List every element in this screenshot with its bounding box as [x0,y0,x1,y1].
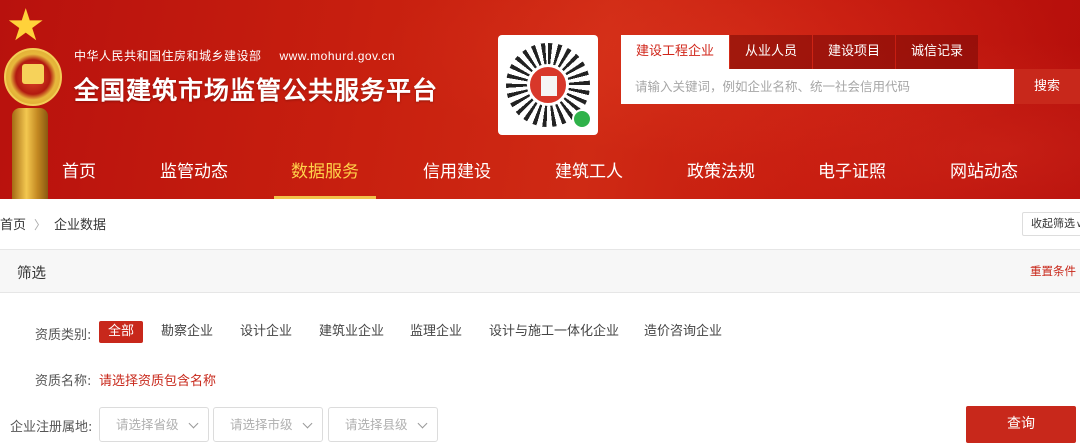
city-select[interactable]: 请选择市级 [213,407,323,442]
ministry-url[interactable]: www.mohurd.gov.cn [280,49,396,63]
star-icon: ★ [6,0,46,51]
type-option-all[interactable]: 全部 [99,321,144,343]
site-title[interactable]: 全国建筑市场监管公共服务平台 [74,71,438,107]
nav-site-news[interactable]: 网站动态 [950,148,1018,199]
type-option-design[interactable]: 设计企业 [240,321,292,343]
county-select[interactable]: 请选择县级 [328,407,438,442]
tab-practitioners[interactable]: 从业人员 [730,35,813,69]
filter-title: 筛选 [17,266,46,282]
ministry-name: 中华人民共和国住房和城乡建设部 [74,49,262,63]
province-select[interactable]: 请选择省级 [99,407,209,442]
province-placeholder: 请选择省级 [116,417,179,432]
site-header: ★ 中华人民共和国住房和城乡建设部 www.mohurd.gov.cn 全国建筑市… [0,0,1080,199]
search-tabs: 建设工程企业 从业人员 建设项目 诚信记录 [621,35,979,69]
nav-construction-workers[interactable]: 建筑工人 [555,148,623,199]
tab-projects[interactable]: 建设项目 [813,35,896,69]
type-option-design-build[interactable]: 设计与施工一体化企业 [489,321,619,343]
registration-region-label: 企业注册属地: [10,420,93,435]
breadcrumb-current: 企业数据 [54,218,107,233]
ministry-line: 中华人民共和国住房和城乡建设部 www.mohurd.gov.cn [74,47,395,64]
nav-credit-building[interactable]: 信用建设 [423,148,491,199]
mini-program-icon [572,109,592,129]
collapse-filter-label: 收起筛选 [1031,217,1075,230]
query-button[interactable]: 查询 [966,406,1076,443]
qr-code [498,35,598,135]
type-option-survey[interactable]: 勘察企业 [161,321,213,343]
qualification-type-label: 资质类别: [35,328,92,343]
county-placeholder: 请选择县级 [345,417,408,432]
reset-filter-link[interactable]: 重置条件 [1030,263,1076,279]
type-option-cost-consulting[interactable]: 造价咨询企业 [644,321,722,343]
qualification-name-label: 资质名称: [35,374,92,389]
breadcrumb: 首页〉企业数据 [0,214,106,233]
qualification-name-select[interactable]: 请选择资质包含名称 [99,370,216,389]
search-button[interactable]: 搜索 [1014,69,1080,104]
chevron-down-icon [188,418,199,429]
filter-header: 筛选 重置条件 [0,249,1080,293]
city-placeholder: 请选择市级 [230,417,293,432]
chevron-down-icon [302,418,313,429]
collapse-filter-button[interactable]: 收起筛选∨ [1022,212,1080,236]
search-input[interactable] [621,69,1014,104]
nav-e-certificates[interactable]: 电子证照 [818,148,886,199]
type-option-supervision[interactable]: 监理企业 [410,321,462,343]
nav-home[interactable]: 首页 [62,148,96,199]
nav-regulatory-news[interactable]: 监管动态 [160,148,228,199]
chevron-right-icon: 〉 [34,218,47,232]
chevron-down-icon [417,418,428,429]
chevron-down-icon: ∨ [1076,220,1080,230]
type-option-construction[interactable]: 建筑业企业 [319,321,384,343]
emblem-seal [4,48,62,106]
nav-data-services[interactable]: 数据服务 [274,148,376,199]
qr-logo [527,64,569,106]
tab-construction-enterprise[interactable]: 建设工程企业 [621,35,730,69]
breadcrumb-home[interactable]: 首页 [0,218,26,233]
nav-policies-regulations[interactable]: 政策法规 [687,148,755,199]
tab-credit-records[interactable]: 诚信记录 [896,35,979,69]
main-nav: 首页 监管动态 数据服务 信用建设 建筑工人 政策法规 电子证照 网站动态 [0,148,1080,199]
